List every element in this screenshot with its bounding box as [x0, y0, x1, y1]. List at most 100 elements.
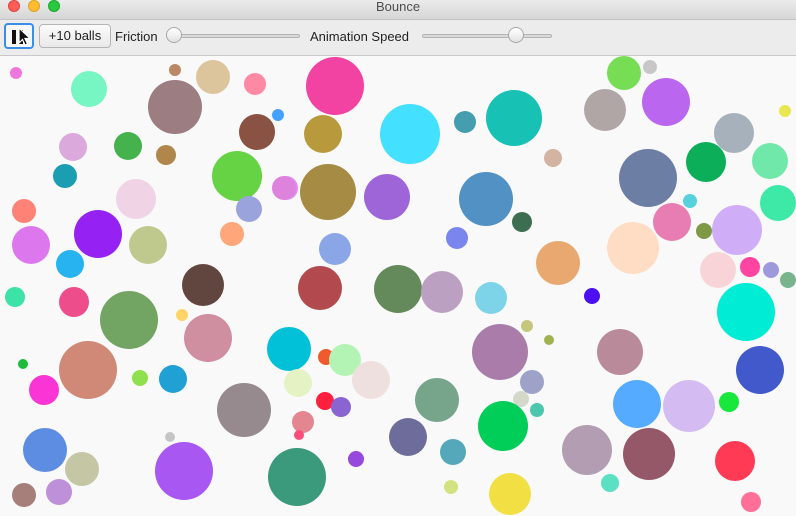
ball: [536, 241, 580, 285]
ball: [239, 114, 275, 150]
ball: [352, 361, 390, 399]
ball: [331, 397, 351, 417]
ball: [236, 196, 262, 222]
ball-canvas[interactable]: [0, 56, 796, 516]
ball: [736, 346, 784, 394]
ball: [59, 133, 87, 161]
ball: [440, 439, 466, 465]
ball: [643, 60, 657, 74]
ball: [319, 233, 351, 265]
ball: [380, 104, 440, 164]
ball: [156, 145, 176, 165]
ball: [779, 105, 791, 117]
ball: [292, 411, 314, 433]
animation-speed-slider[interactable]: [422, 26, 552, 46]
friction-label: Friction: [115, 29, 158, 44]
ball: [597, 329, 643, 375]
title-bar: Bounce: [0, 0, 796, 20]
ball: [56, 250, 84, 278]
ball: [454, 111, 476, 133]
ball: [512, 212, 532, 232]
window-title: Bounce: [375, 0, 421, 14]
ball: [244, 73, 266, 95]
friction-slider-track[interactable]: [166, 34, 300, 38]
ball: [182, 264, 224, 306]
ball: [184, 314, 232, 362]
ball: [71, 71, 107, 107]
ball: [544, 149, 562, 167]
ball: [196, 60, 230, 94]
add-ten-balls-button[interactable]: +10 balls: [39, 24, 111, 48]
ball: [298, 266, 342, 310]
ball: [59, 341, 117, 399]
ball: [212, 151, 262, 201]
ball: [10, 67, 22, 79]
ball: [613, 380, 661, 428]
ball: [683, 194, 697, 208]
ball: [686, 142, 726, 182]
ball: [284, 369, 312, 397]
ball: [53, 164, 77, 188]
ball: [475, 282, 507, 314]
ball: [741, 492, 761, 512]
ball: [740, 257, 760, 277]
ball: [486, 90, 542, 146]
ball: [304, 115, 342, 153]
ball: [268, 448, 326, 506]
animation-speed-slider-track[interactable]: [422, 34, 552, 38]
ball: [165, 432, 175, 442]
bounce-window: Bounce +10 balls Friction Animation Spee…: [0, 0, 796, 516]
ball: [306, 57, 364, 115]
ball: [129, 226, 167, 264]
ball: [459, 172, 513, 226]
ball: [763, 262, 779, 278]
ball: [159, 365, 187, 393]
ball: [719, 392, 739, 412]
ball: [601, 474, 619, 492]
ball: [132, 370, 148, 386]
friction-slider[interactable]: [166, 26, 300, 46]
ball: [348, 451, 364, 467]
ball: [696, 223, 712, 239]
ball: [220, 222, 244, 246]
ball: [23, 428, 67, 472]
ball: [114, 132, 142, 160]
ball: [374, 265, 422, 313]
ball: [715, 441, 755, 481]
ball: [5, 287, 25, 307]
ball: [267, 327, 311, 371]
ball: [663, 380, 715, 432]
ball: [100, 291, 158, 349]
ball: [584, 288, 600, 304]
ball: [472, 324, 528, 380]
pause-icon: [12, 30, 16, 44]
ball: [421, 271, 463, 313]
ball: [389, 418, 427, 456]
animation-speed-label: Animation Speed: [310, 29, 410, 44]
toolbar: +10 balls Friction Animation Speed: [0, 20, 796, 56]
ball: [780, 272, 796, 288]
ball: [489, 473, 531, 515]
ball: [700, 252, 736, 288]
ball: [544, 335, 554, 345]
mouse-pointer-icon: [18, 27, 32, 46]
ball: [712, 205, 762, 255]
ball: [12, 226, 50, 264]
ball: [46, 479, 72, 505]
ball: [12, 483, 36, 507]
ball: [562, 425, 612, 475]
ball: [717, 283, 775, 341]
ball: [294, 430, 304, 440]
ball: [584, 89, 626, 131]
animation-speed-slider-thumb[interactable]: [507, 27, 524, 43]
ball: [530, 403, 544, 417]
ball: [148, 80, 202, 134]
ball: [415, 378, 459, 422]
ball: [520, 370, 544, 394]
friction-slider-thumb[interactable]: [166, 27, 182, 43]
ball: [752, 143, 788, 179]
ball: [18, 359, 28, 369]
ball: [653, 203, 691, 241]
ball: [760, 185, 796, 221]
ball: [74, 210, 122, 258]
